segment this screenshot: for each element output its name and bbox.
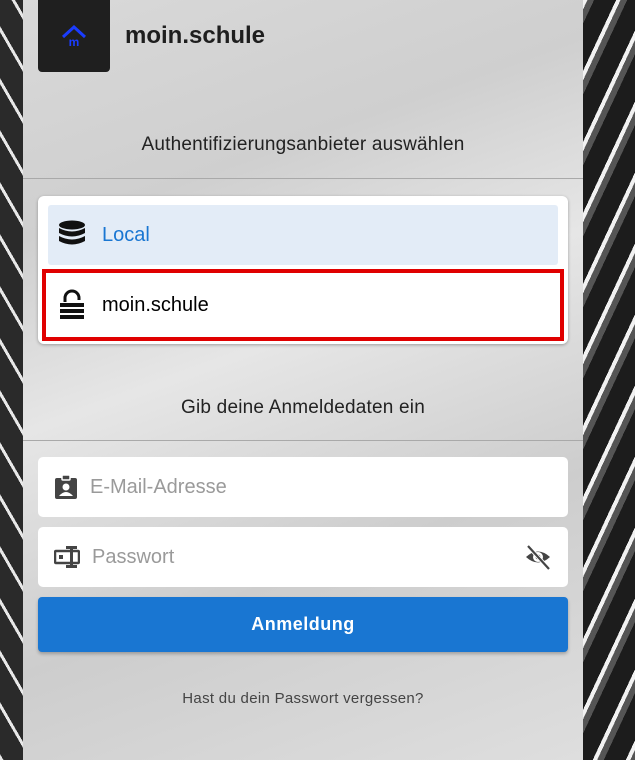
contact-badge-icon (55, 474, 77, 499)
email-field (38, 457, 568, 517)
login-panel: m moin.schule Authentifizierungsanbieter… (23, 0, 583, 760)
divider (23, 440, 583, 441)
toggle-password-visibility[interactable] (524, 543, 552, 576)
login-button[interactable]: Anmeldung (38, 597, 568, 652)
password-input[interactable] (90, 544, 494, 570)
background-right (583, 0, 635, 760)
eye-off-icon (526, 544, 551, 571)
app-logo: m (38, 0, 110, 72)
password-field (38, 527, 568, 587)
provider-heading: Authentifizierungsanbieter auswählen (141, 134, 465, 155)
provider-list: Local moin.schule (38, 196, 568, 344)
provider-label-local: Local (102, 223, 150, 246)
provider-item-local[interactable]: Local (48, 205, 558, 265)
logo-icon: m (61, 24, 87, 49)
lock-icon (60, 289, 84, 319)
app-title: moin.schule (125, 22, 266, 49)
divider (23, 178, 583, 179)
logo-letter: m (69, 35, 80, 49)
password-icon (54, 546, 80, 568)
background-left (0, 0, 23, 760)
provider-label-moin-schule: moin.schule (102, 293, 209, 316)
credentials-heading: Gib deine Anmeldedaten ein (181, 397, 425, 418)
email-input[interactable] (88, 474, 492, 500)
provider-item-moin-schule[interactable]: moin.schule (42, 269, 564, 341)
forgot-password-link[interactable]: Hast du dein Passwort vergessen? (23, 690, 583, 707)
database-icon (59, 220, 85, 245)
